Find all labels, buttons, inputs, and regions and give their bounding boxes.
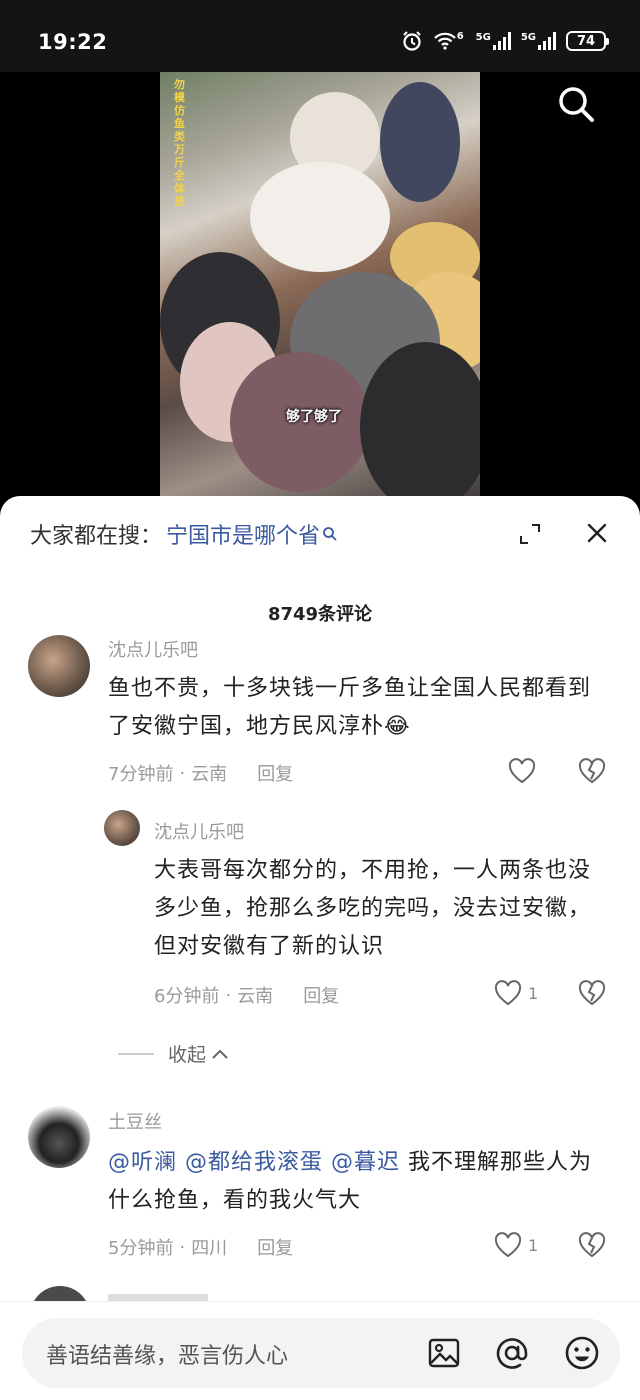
dislike-button[interactable] [578,758,606,788]
like-button[interactable]: 1 [494,1232,538,1258]
comment-location: 云南 [191,764,228,785]
wifi-icon: 6 [433,31,466,51]
like-button[interactable]: 1 [494,980,538,1006]
comment-time: 7分钟前 [108,764,174,785]
broken-heart-icon [578,980,606,1006]
mention-link[interactable]: @听澜 [108,1150,177,1175]
comment-count: 8749条评论 [267,604,373,625]
comment-username[interactable]: 沈点儿乐吧 [108,636,198,662]
signal-icon: 5G [476,32,511,50]
broken-heart-icon [578,758,606,784]
image-icon[interactable] [426,1335,462,1371]
signal-icon: 5G [521,32,556,50]
like-count: 1 [528,983,539,1003]
avatar[interactable] [104,810,140,846]
video-frame[interactable]: 勿模仿 鱼类万斤 全体员 够了够了 [160,72,480,500]
comment-meta: 5分钟前 · 四川 回复 [108,1234,293,1260]
trending-prefix: 大家都在搜： [30,524,163,549]
battery-icon: 74 [566,31,609,51]
heart-icon [494,980,522,1006]
mention-link[interactable]: @都给我滚蛋 [185,1150,323,1175]
collapse-replies-button[interactable]: 收起 [118,1040,230,1067]
broken-heart-icon [578,1232,606,1258]
collapse-label: 收起 [168,1044,207,1066]
like-count: 1 [528,1235,539,1255]
avatar[interactable] [28,1106,90,1168]
comment-input[interactable]: 善语结善缘，恶言伤人心 [22,1318,620,1388]
video-caption: 够了够了 [286,409,342,425]
net-label-1: 5G [475,32,491,43]
comment-time: 5分钟前 [108,1238,174,1259]
trending-query-link[interactable]: 宁国市是哪个省 [166,518,320,550]
meta-separator: · [179,762,186,784]
wifi-sub-label: 6 [456,31,464,42]
reply-button[interactable]: 回复 [257,760,293,786]
comment-input-placeholder: 善语结善缘，恶言伤人心 [46,1344,289,1369]
comment-location: 云南 [237,986,274,1007]
close-icon[interactable] [584,520,610,546]
video-player[interactable]: 勿模仿 鱼类万斤 全体员 够了够了 [0,72,640,500]
comment-location: 四川 [191,1238,228,1259]
expand-icon[interactable] [518,522,542,546]
search-icon[interactable] [556,84,596,124]
emoji-icon[interactable] [564,1335,600,1371]
meta-separator: · [225,984,232,1006]
comment-sheet: 大家都在搜： 宁国市是哪个省 8749条评论 沈点儿乐吧 鱼也不贵，十多块钱一斤… [0,496,640,1400]
alarm-icon [401,30,423,52]
battery-level: 74 [576,33,596,49]
like-button[interactable] [508,758,542,784]
comment-meta: 7分钟前 · 云南 回复 [108,760,293,786]
comment-time: 6分钟前 [154,986,220,1007]
video-side-text: 勿模仿 鱼类万斤 全体员 [174,78,185,208]
search-icon [322,526,338,542]
heart-icon [494,1232,522,1258]
meta-separator: · [179,1236,186,1258]
comment-text: 鱼也不贵，十多块钱一斤多鱼让全国人民都看到了安徽宁国，地方民风淳朴😂 [108,676,592,739]
comment-input-bar: 善语结善缘，恶言伤人心 [0,1301,640,1400]
comment-text: 大表哥每次都分的，不用抢，一人两条也没多少鱼，抢那么多吃的完吗，没去过安徽，但对… [154,858,592,959]
dislike-button[interactable] [578,1232,606,1262]
comment-username[interactable]: 土豆丝 [108,1108,162,1134]
mention-link[interactable]: @暮迟 [331,1150,400,1175]
reply-button[interactable]: 回复 [303,982,339,1008]
avatar[interactable] [28,635,90,697]
status-time: 19:22 [38,30,108,54]
net-label-2: 5G [520,32,536,43]
at-mention-icon[interactable] [494,1335,530,1371]
status-icons: 6 5G 5G 74 [401,30,609,52]
dislike-button[interactable] [578,980,606,1010]
chevron-up-icon [212,1049,228,1059]
heart-icon [508,758,536,784]
collapse-divider [118,1052,154,1055]
reply-button[interactable]: 回复 [257,1234,293,1260]
comment-meta: 6分钟前 · 云南 回复 [154,982,339,1008]
status-bar: 19:22 6 5G 5G 74 [0,0,640,72]
comment-username[interactable]: 沈点儿乐吧 [154,818,244,844]
comment-text: @听澜 @都给我滚蛋 @暮迟 我不理解那些人为什么抢鱼，看的我火气大 [108,1144,608,1220]
